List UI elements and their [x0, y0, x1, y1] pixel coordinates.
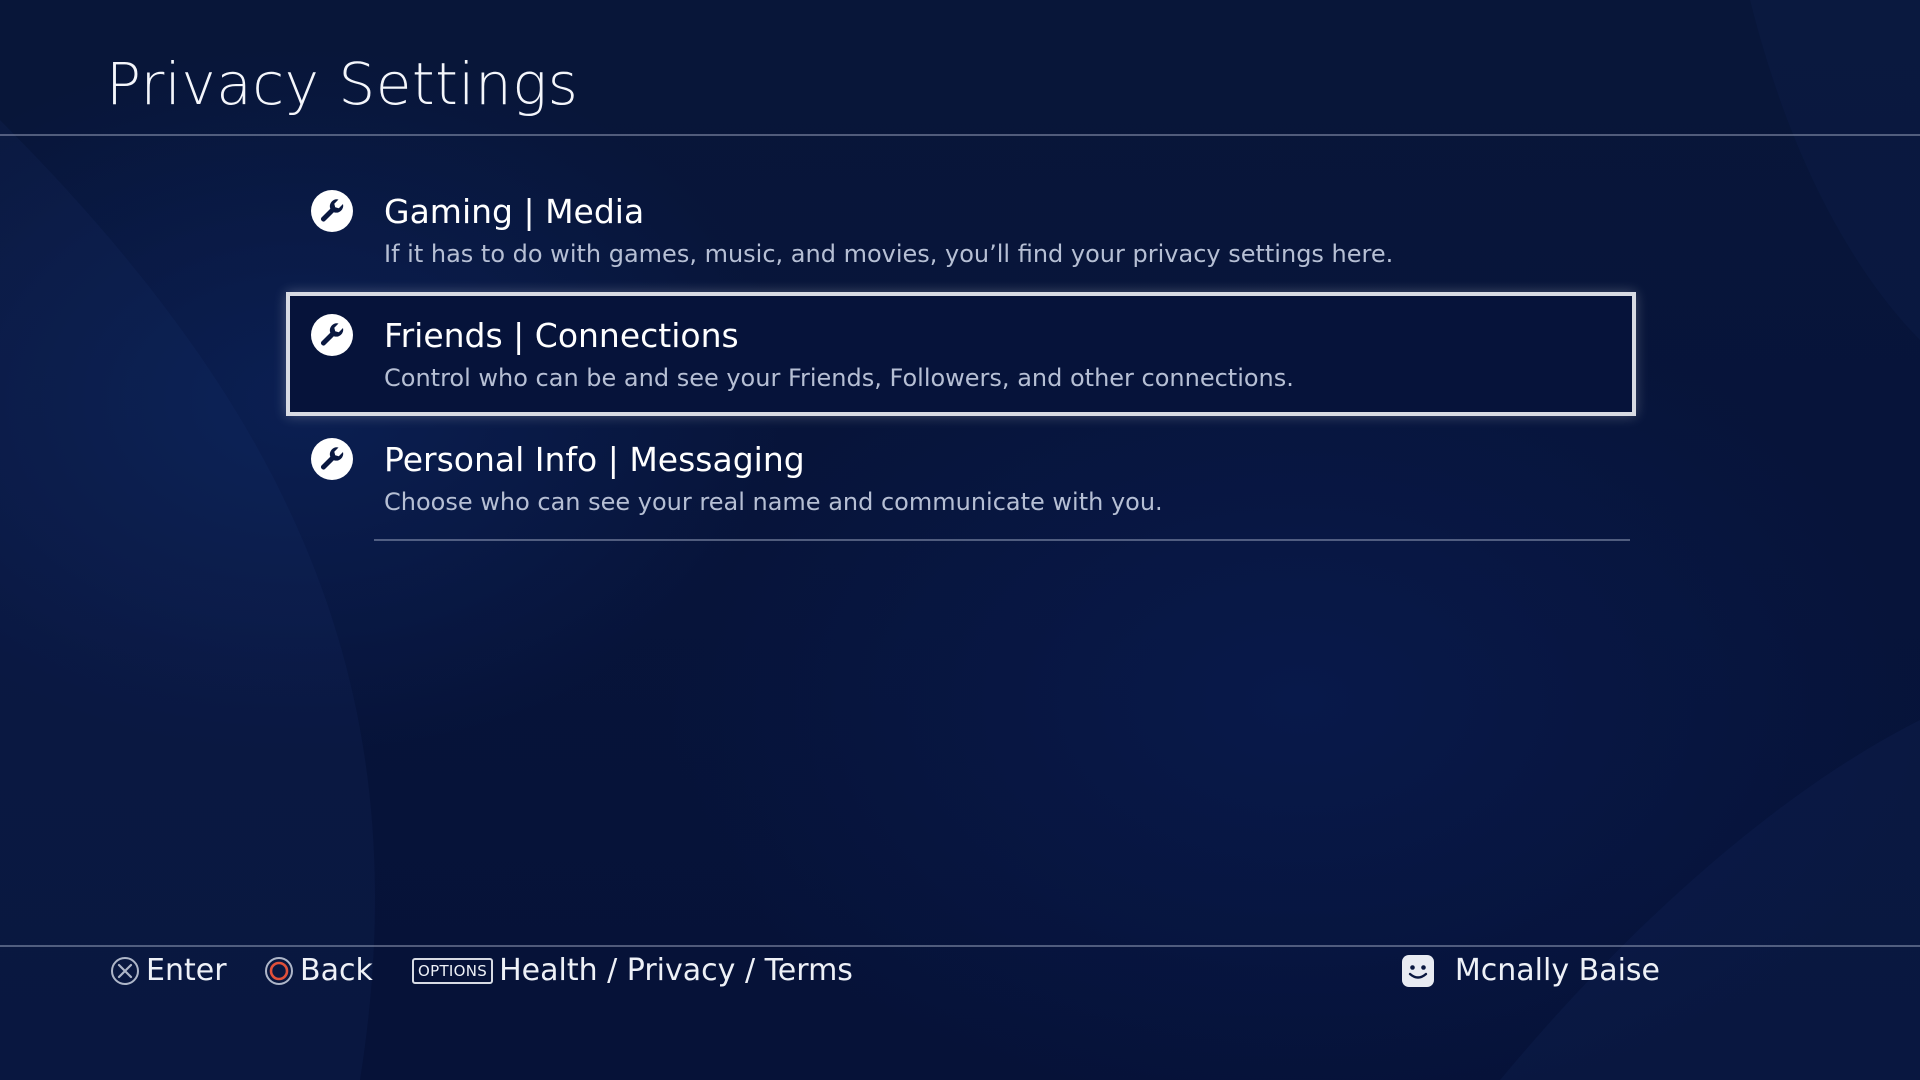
enter-hint[interactable]: Enter — [110, 953, 227, 988]
cross-button-icon — [110, 956, 140, 986]
footer-divider — [0, 945, 1920, 947]
menu-item-description: Control who can be and see your Friends,… — [384, 364, 1294, 392]
privacy-menu: Gaming | Media If it has to do with game… — [286, 168, 1636, 540]
circle-button-icon — [264, 956, 294, 986]
menu-item-label: Friends | Connections — [384, 316, 739, 355]
menu-item-label: Gaming | Media — [384, 192, 645, 231]
options-button-icon: OPTIONS — [412, 957, 494, 984]
back-label: Back — [300, 953, 373, 988]
menu-item-personal-info-messaging[interactable]: Personal Info | Messaging Choose who can… — [286, 416, 1636, 540]
menu-item-description: Choose who can see your real name and co… — [384, 488, 1163, 516]
menu-bottom-divider — [374, 539, 1630, 541]
wrench-icon — [311, 314, 353, 356]
options-label: Health / Privacy / Terms — [499, 953, 853, 988]
wrench-icon — [311, 438, 353, 480]
user-name: Mcnally Baise — [1454, 953, 1660, 988]
enter-label: Enter — [146, 953, 227, 988]
wrench-icon — [311, 190, 353, 232]
menu-item-gaming-media[interactable]: Gaming | Media If it has to do with game… — [286, 168, 1636, 292]
back-hint[interactable]: Back — [264, 953, 373, 988]
title-divider — [0, 134, 1920, 136]
user-indicator[interactable]: Mcnally Baise — [1401, 953, 1660, 988]
page-title: Privacy Settings — [106, 50, 579, 118]
menu-item-friends-connections[interactable]: Friends | Connections Control who can be… — [286, 292, 1636, 416]
footer-bar: Enter Back OPTIONS Health / Privacy / Te… — [0, 948, 1920, 998]
avatar-icon — [1401, 954, 1435, 988]
options-hint[interactable]: OPTIONS Health / Privacy / Terms — [412, 953, 853, 988]
menu-item-label: Personal Info | Messaging — [384, 440, 805, 479]
menu-item-description: If it has to do with games, music, and m… — [384, 240, 1394, 268]
